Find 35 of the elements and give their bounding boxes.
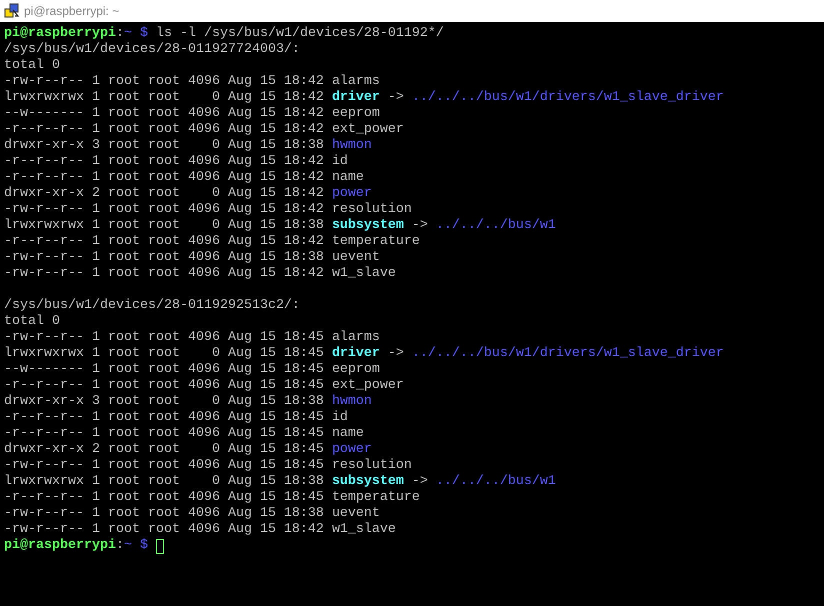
listing-line: drwxr-xr-x 2 root root 0 Aug 15 18:42 power — [4, 186, 372, 202]
directory-header: /sys/bus/w1/devices/28-011927724003/: — [4, 42, 300, 58]
shell-prompt: pi@raspberrypi:~ $ — [4, 538, 149, 554]
listing-line: drwxr-xr-x 3 root root 0 Aug 15 18:38 hwmon — [4, 394, 372, 410]
total-line: total 0 — [4, 314, 60, 330]
listing-line: drwxr-xr-x 3 root root 0 Aug 15 18:38 hwmon — [4, 138, 372, 154]
listing-line: -r--r--r-- 1 root root 4096 Aug 15 18:42 temperature — [4, 234, 420, 250]
listing-line: lrwxrwxrwx 1 root root 0 Aug 15 18:38 subsystem -> ../../../bus/w1 — [4, 474, 556, 490]
listing-line: -rw-r--r-- 1 root root 4096 Aug 15 18:42 resolution — [4, 202, 412, 218]
listing-line: -rw-r--r-- 1 root root 4096 Aug 15 18:42 alarms — [4, 74, 380, 90]
listing-line: lrwxrwxrwx 1 root root 0 Aug 15 18:45 driver -> ../../../bus/w1/drivers/w1_slave_driver — [4, 346, 724, 362]
listing-line: -rw-r--r-- 1 root root 4096 Aug 15 18:38 uevent — [4, 506, 380, 522]
listing-line: --w------- 1 root root 4096 Aug 15 18:45 eeprom — [4, 362, 380, 378]
directory-header: /sys/bus/w1/devices/28-0119292513c2/: — [4, 298, 300, 314]
listing-line: -r--r--r-- 1 root root 4096 Aug 15 18:45 id — [4, 410, 348, 426]
listing-line: -r--r--r-- 1 root root 4096 Aug 15 18:45 temperature — [4, 490, 420, 506]
listing-line: -r--r--r-- 1 root root 4096 Aug 15 18:45 ext_power — [4, 378, 404, 394]
listing-line: -rw-r--r-- 1 root root 4096 Aug 15 18:42 w1_slave — [4, 522, 396, 538]
cursor — [156, 538, 164, 554]
listing-line: --w------- 1 root root 4096 Aug 15 18:42 eeprom — [4, 106, 380, 122]
listing-line: -r--r--r-- 1 root root 4096 Aug 15 18:42 id — [4, 154, 348, 170]
command-line: pi@raspberrypi:~ $ ls -l /sys/bus/w1/devices/28-01192*/ — [4, 26, 444, 42]
listing-line: -r--r--r-- 1 root root 4096 Aug 15 18:45 name — [4, 426, 364, 442]
listing-line: lrwxrwxrwx 1 root root 0 Aug 15 18:42 driver -> ../../../bus/w1/drivers/w1_slave_driver — [4, 90, 724, 106]
listing-line: -rw-r--r-- 1 root root 4096 Aug 15 18:45 alarms — [4, 330, 380, 346]
terminal-app-icon — [4, 3, 20, 19]
listing-line: -rw-r--r-- 1 root root 4096 Aug 15 18:45 resolution — [4, 458, 412, 474]
listing-line: -r--r--r-- 1 root root 4096 Aug 15 18:42 name — [4, 170, 364, 186]
listing-line: -rw-r--r-- 1 root root 4096 Aug 15 18:38 uevent — [4, 250, 380, 266]
total-line: total 0 — [4, 58, 60, 74]
window-title: pi@raspberrypi: ~ — [24, 3, 120, 20]
listing-line: drwxr-xr-x 2 root root 0 Aug 15 18:45 power — [4, 442, 372, 458]
listing-line: -rw-r--r-- 1 root root 4096 Aug 15 18:42 w1_slave — [4, 266, 396, 282]
listing-line: lrwxrwxrwx 1 root root 0 Aug 15 18:38 subsystem -> ../../../bus/w1 — [4, 218, 556, 234]
listing-line: -r--r--r-- 1 root root 4096 Aug 15 18:42 ext_power — [4, 122, 404, 138]
